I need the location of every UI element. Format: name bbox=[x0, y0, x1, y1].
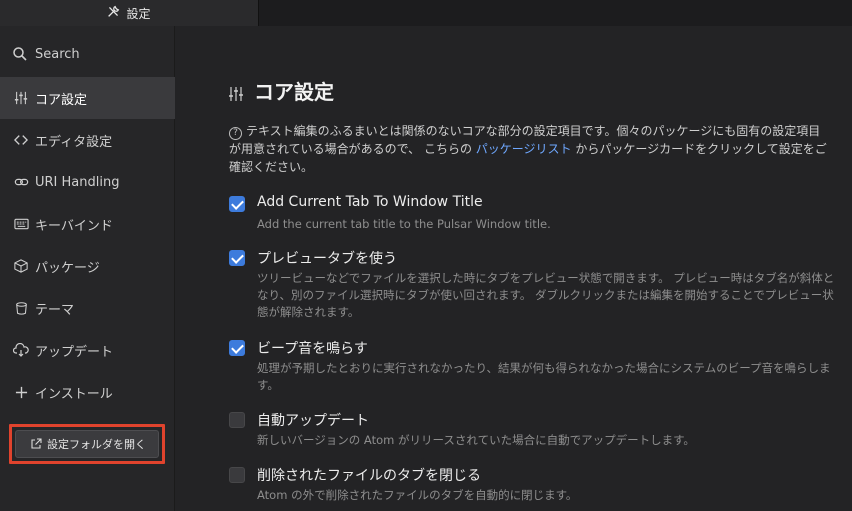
search-label: Search bbox=[35, 46, 80, 62]
setting-checkbox[interactable] bbox=[229, 412, 245, 428]
setting-title[interactable]: 削除されたファイルのタブを閉じる bbox=[257, 465, 481, 485]
tools-icon bbox=[107, 5, 120, 22]
open-config-folder-label: 設定フォルダを開く bbox=[47, 438, 146, 451]
sidebar-item-packages[interactable]: パッケージ bbox=[0, 245, 175, 287]
section-description: ? テキスト編集のふるまいとは関係のないコアな部分の設定項目です。個々のパッケージ… bbox=[229, 122, 829, 176]
search-icon bbox=[12, 46, 28, 62]
sidebar-search[interactable]: Search bbox=[12, 46, 80, 62]
sidebar-item-uri-handling[interactable]: URI Handling bbox=[0, 161, 175, 203]
sidebar-item-label: インストール bbox=[35, 386, 113, 402]
sidebar-item-install[interactable]: インストール bbox=[0, 371, 175, 413]
tab-label: 設定 bbox=[126, 6, 151, 21]
plus-icon bbox=[13, 384, 29, 400]
link-icon bbox=[13, 174, 29, 190]
sidebar-item-label: URI Handling bbox=[35, 174, 120, 190]
setting-title[interactable]: ビープ音を鳴らす bbox=[257, 338, 368, 358]
sidebar-item-label: パッケージ bbox=[35, 260, 100, 276]
page-title: コア設定 bbox=[254, 80, 334, 104]
sidebar-item-keybindings[interactable]: キーバインド bbox=[0, 203, 175, 245]
setting-title[interactable]: Add Current Tab To Window Title bbox=[257, 194, 483, 210]
setting-checkbox[interactable] bbox=[229, 467, 245, 483]
setting-checkbox[interactable] bbox=[229, 250, 245, 266]
sidebar: Search コア設定 エディタ設定 URI Handling キーバインド パ… bbox=[0, 26, 175, 511]
question-icon: ? bbox=[229, 127, 242, 140]
keyboard-icon bbox=[13, 216, 29, 232]
sidebar-item-label: テーマ bbox=[35, 302, 75, 318]
setting-checkbox[interactable] bbox=[229, 340, 245, 356]
setting-description: Atom の外で削除されたファイルのタブを自動的に閉じます。 bbox=[257, 488, 578, 502]
sidebar-item-core-settings[interactable]: コア設定 bbox=[0, 77, 175, 119]
section-header: コア設定 bbox=[228, 76, 334, 105]
code-icon bbox=[13, 132, 29, 148]
setting-description: Add the current tab title to the Pulsar … bbox=[257, 217, 551, 231]
sliders-icon bbox=[228, 83, 244, 101]
link-external-icon bbox=[30, 438, 42, 450]
sidebar-item-label: エディタ設定 bbox=[35, 134, 113, 150]
paintcan-icon bbox=[13, 300, 29, 316]
open-config-folder-highlight: 設定フォルダを開く bbox=[9, 424, 165, 464]
settings-panel: コア設定 ? テキスト編集のふるまいとは関係のないコアな部分の設定項目です。個々の… bbox=[176, 26, 852, 511]
package-icon bbox=[13, 258, 29, 274]
setting-title[interactable]: 自動アップデート bbox=[257, 410, 369, 430]
sidebar-item-editor-settings[interactable]: エディタ設定 bbox=[0, 119, 175, 161]
sidebar-item-label: アップデート bbox=[35, 344, 114, 360]
tab-settings[interactable]: 設定 bbox=[0, 0, 259, 26]
sliders-icon bbox=[13, 90, 29, 106]
package-list-link[interactable]: パッケージリスト bbox=[476, 142, 572, 156]
sidebar-item-updates[interactable]: アップデート bbox=[0, 329, 175, 371]
setting-checkbox[interactable] bbox=[229, 196, 245, 212]
setting-description: ツリービューなどでファイルを選択した時にタブをプレビュー状態で開きます。 プレビ… bbox=[257, 271, 835, 319]
open-config-folder-button[interactable]: 設定フォルダを開く bbox=[15, 430, 159, 458]
sidebar-item-label: キーバインド bbox=[35, 218, 113, 234]
setting-description: 処理が予期したとおりに実行されなかったり、結果が何も得られなかった場合にシステム… bbox=[257, 361, 831, 392]
cloud-download-icon bbox=[13, 342, 29, 358]
tab-bar: 設定 bbox=[0, 0, 852, 26]
setting-title[interactable]: プレビュータブを使う bbox=[257, 248, 397, 268]
setting-description: 新しいバージョンの Atom がリリースされていた場合に自動でアップデートします… bbox=[257, 433, 695, 447]
sidebar-item-themes[interactable]: テーマ bbox=[0, 287, 175, 329]
sidebar-item-label: コア設定 bbox=[35, 92, 88, 108]
